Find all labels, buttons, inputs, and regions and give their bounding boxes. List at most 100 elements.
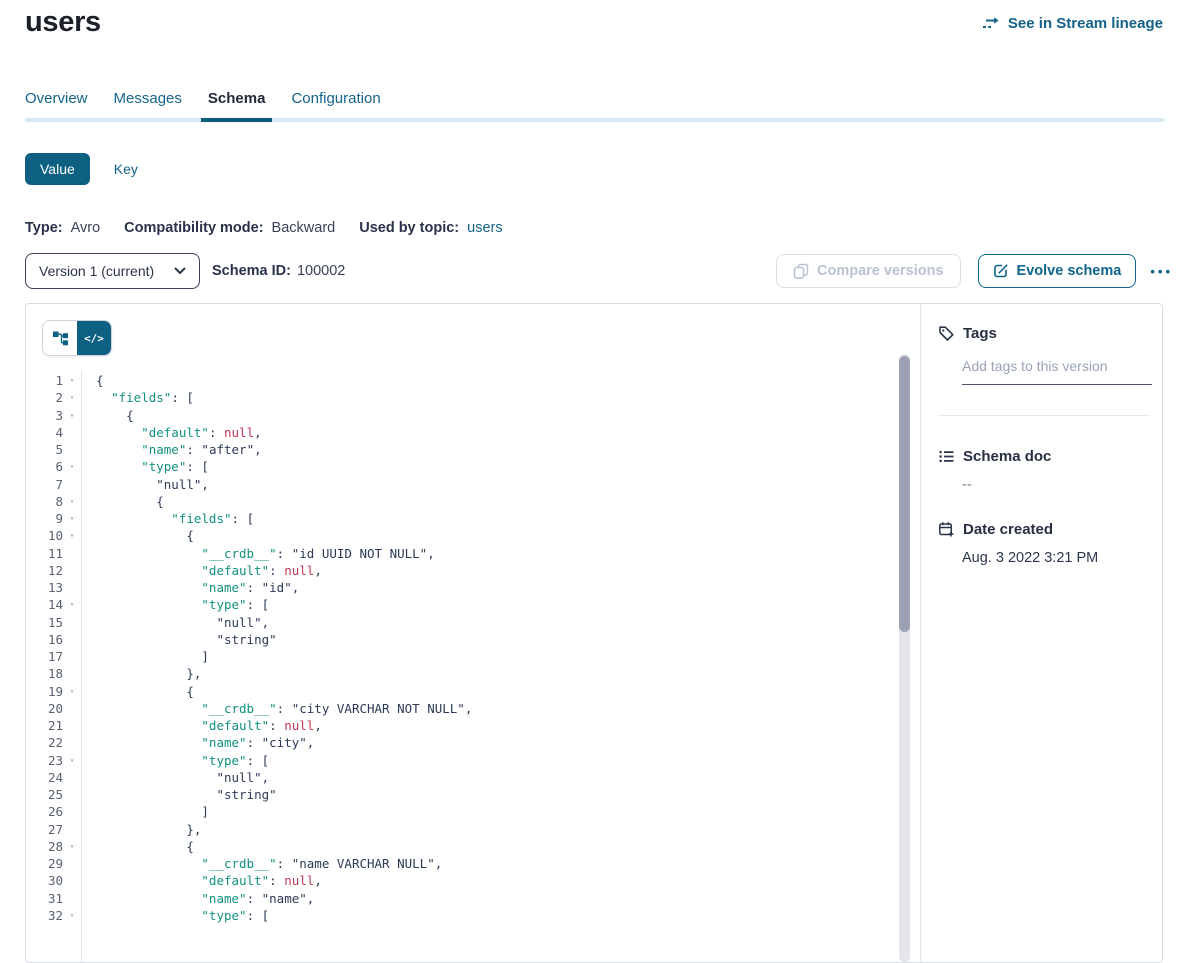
scrollbar-thumb[interactable] xyxy=(899,356,910,632)
line-number: 29 xyxy=(26,855,63,872)
compatibility-label: Compatibility mode: xyxy=(124,220,263,236)
fold-toggle-icon[interactable]: ▾ xyxy=(63,683,81,700)
line-number: 4 xyxy=(26,424,63,441)
date-created-value: Aug. 3 2022 3:21 PM xyxy=(962,550,1150,566)
code-tokens: "type": [ xyxy=(81,907,269,924)
code-line: 12"default": null, xyxy=(26,562,920,579)
tree-view-button[interactable] xyxy=(43,321,77,355)
line-number: 10 xyxy=(26,527,63,544)
more-actions-button[interactable]: ••• xyxy=(1150,264,1173,279)
code-line: 2▾"fields": [ xyxy=(26,389,920,406)
fold-toggle-icon[interactable]: ▾ xyxy=(63,510,81,527)
type-label: Type: xyxy=(25,220,63,236)
line-number: 21 xyxy=(26,717,63,734)
line-number: 25 xyxy=(26,786,63,803)
sidebar-divider xyxy=(938,415,1150,416)
fold-spacer xyxy=(63,890,81,907)
tab-bar: Overview Messages Schema Configuration xyxy=(25,90,381,118)
fold-toggle-icon[interactable]: ▾ xyxy=(63,838,81,855)
fold-spacer xyxy=(63,562,81,579)
tab-configuration[interactable]: Configuration xyxy=(291,90,380,118)
line-number: 17 xyxy=(26,648,63,665)
fold-spacer xyxy=(63,631,81,648)
code-tokens: "string" xyxy=(81,786,277,803)
fold-spacer xyxy=(63,579,81,596)
fold-toggle-icon[interactable]: ▾ xyxy=(63,907,81,924)
compatibility-value: Backward xyxy=(272,220,336,236)
tag-icon xyxy=(938,325,955,342)
line-number: 27 xyxy=(26,821,63,838)
calendar-plus-icon xyxy=(938,521,955,538)
fold-toggle-icon[interactable]: ▾ xyxy=(63,407,81,424)
fold-spacer xyxy=(63,476,81,493)
code-line: 16"string" xyxy=(26,631,920,648)
fold-toggle-icon[interactable]: ▾ xyxy=(63,458,81,475)
fold-toggle-icon[interactable]: ▾ xyxy=(63,596,81,613)
code-view-button[interactable]: </> xyxy=(77,321,111,355)
topic-link[interactable]: users xyxy=(467,220,502,236)
code-tokens: "name": "name", xyxy=(81,890,314,907)
evolve-schema-label: Evolve schema xyxy=(1017,263,1122,279)
code-line: 14▾"type": [ xyxy=(26,596,920,613)
chevron-down-icon xyxy=(174,267,186,275)
code-line: 27}, xyxy=(26,821,920,838)
editor-scrollbar[interactable] xyxy=(899,354,910,962)
list-icon xyxy=(938,448,955,465)
code-tokens: }, xyxy=(81,665,201,682)
version-select[interactable]: Version 1 (current) xyxy=(25,253,200,289)
used-by-topic-label: Used by topic: xyxy=(359,220,459,236)
fold-spacer xyxy=(63,614,81,631)
tags-input[interactable] xyxy=(962,358,1152,385)
line-number: 22 xyxy=(26,734,63,751)
evolve-schema-button[interactable]: Evolve schema xyxy=(978,254,1137,288)
code-line: 19▾{ xyxy=(26,683,920,700)
code-line: 11"__crdb__": "id UUID NOT NULL", xyxy=(26,545,920,562)
fold-toggle-icon[interactable]: ▾ xyxy=(63,752,81,769)
tab-overview[interactable]: Overview xyxy=(25,90,88,118)
fold-spacer xyxy=(63,665,81,682)
schema-id-value: 100002 xyxy=(297,263,345,279)
code-line: 32▾"type": [ xyxy=(26,907,920,924)
schema-doc-heading: Schema doc xyxy=(938,448,1150,465)
code-tokens: { xyxy=(81,838,194,855)
stream-lineage-link[interactable]: See in Stream lineage xyxy=(982,15,1163,32)
code-tokens: { xyxy=(81,493,164,510)
line-number: 13 xyxy=(26,579,63,596)
code-line: 1▾{ xyxy=(26,372,920,389)
date-created-heading: Date created xyxy=(938,521,1150,538)
code-line: 4"default": null, xyxy=(26,424,920,441)
fold-toggle-icon[interactable]: ▾ xyxy=(63,493,81,510)
editor-view-toggle: </> xyxy=(42,320,112,356)
code-tokens: { xyxy=(81,372,104,389)
tags-heading-label: Tags xyxy=(963,325,997,342)
page-title: users xyxy=(25,6,101,39)
schema-part-toggle: Value Key xyxy=(25,153,138,185)
tab-messages[interactable]: Messages xyxy=(114,90,182,118)
code-tokens: "name": "city", xyxy=(81,734,314,751)
code-line: 7"null", xyxy=(26,476,920,493)
line-number: 9 xyxy=(26,510,63,527)
tab-schema[interactable]: Schema xyxy=(208,90,266,118)
line-number: 24 xyxy=(26,769,63,786)
fold-toggle-icon[interactable]: ▾ xyxy=(63,372,81,389)
code-line: 15"null", xyxy=(26,614,920,631)
line-number: 31 xyxy=(26,890,63,907)
code-tokens: "null", xyxy=(81,769,269,786)
gutter-divider xyxy=(81,370,82,962)
value-toggle-button[interactable]: Value xyxy=(25,153,90,185)
code-line: 10▾{ xyxy=(26,527,920,544)
fold-spacer xyxy=(63,700,81,717)
fold-spacer xyxy=(63,803,81,820)
schema-doc-heading-label: Schema doc xyxy=(963,448,1051,465)
copy-icon xyxy=(793,263,809,279)
compare-versions-button[interactable]: Compare versions xyxy=(776,254,961,288)
code-tokens: "default": null, xyxy=(81,717,322,734)
line-number: 28 xyxy=(26,838,63,855)
key-toggle-button[interactable]: Key xyxy=(114,161,138,177)
fold-spacer xyxy=(63,769,81,786)
code-tokens: "fields": [ xyxy=(81,510,254,527)
code-tokens: { xyxy=(81,683,194,700)
fold-toggle-icon[interactable]: ▾ xyxy=(63,389,81,406)
fold-toggle-icon[interactable]: ▾ xyxy=(63,527,81,544)
line-number: 16 xyxy=(26,631,63,648)
